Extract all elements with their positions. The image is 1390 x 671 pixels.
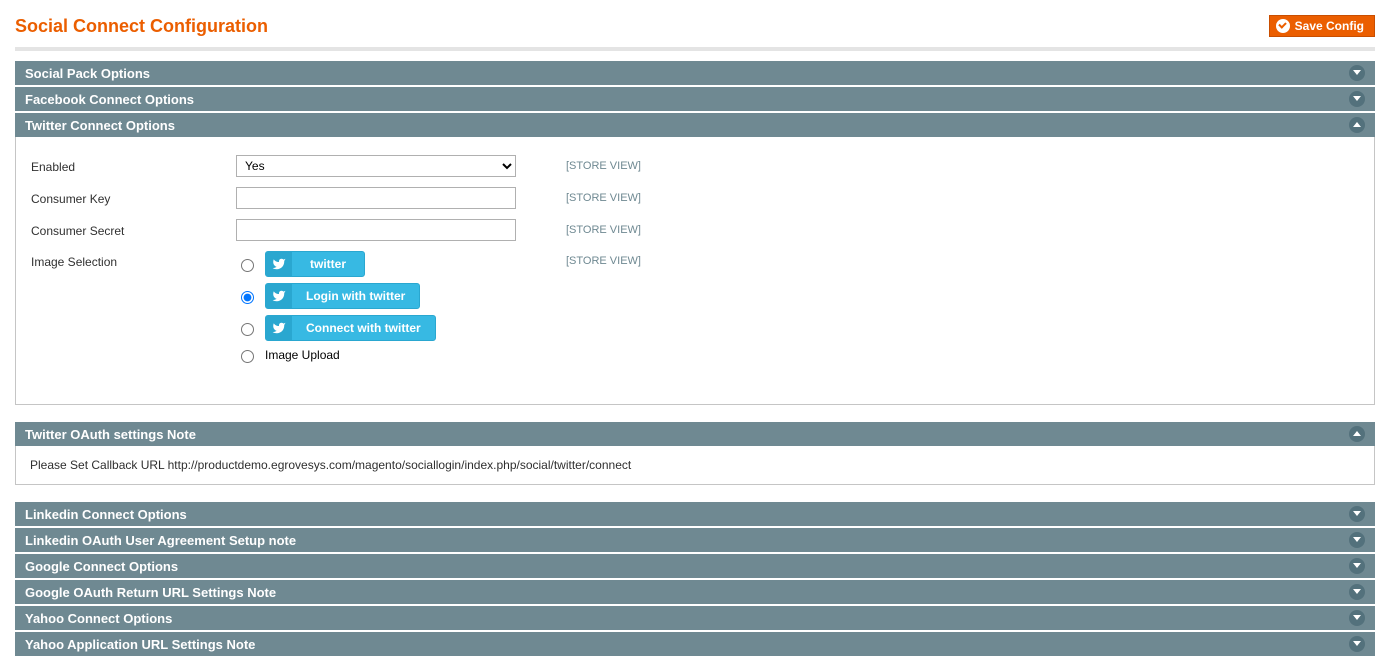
- page-title: Social Connect Configuration: [15, 16, 268, 37]
- section-linkedin-note-header[interactable]: Linkedin OAuth User Agreement Setup note: [15, 528, 1375, 552]
- twitter-button-connect-label: Connect with twitter: [292, 316, 435, 340]
- twitter-button-small: twitter: [265, 251, 365, 277]
- section-google-title: Google Connect Options: [25, 559, 178, 574]
- section-yahoo-title: Yahoo Connect Options: [25, 611, 172, 626]
- section-twitter-note-header[interactable]: Twitter OAuth settings Note: [15, 422, 1375, 446]
- section-yahoo-note-title: Yahoo Application URL Settings Note: [25, 637, 255, 652]
- twitter-button-connect: Connect with twitter: [265, 315, 436, 341]
- check-icon: [1276, 19, 1290, 33]
- section-google-header[interactable]: Google Connect Options: [15, 554, 1375, 578]
- consumer-key-label: Consumer Key: [31, 190, 236, 206]
- twitter-bird-icon: [266, 252, 292, 276]
- twitter-button-login: Login with twitter: [265, 283, 420, 309]
- section-linkedin-title: Linkedin Connect Options: [25, 507, 187, 522]
- save-config-button[interactable]: Save Config: [1269, 15, 1375, 37]
- chevron-down-icon: [1349, 558, 1365, 574]
- image-selection-scope: [STORE VIEW]: [566, 251, 641, 267]
- consumer-key-scope: [STORE VIEW]: [566, 192, 641, 204]
- chevron-up-icon: [1349, 426, 1365, 442]
- section-facebook-title: Facebook Connect Options: [25, 92, 194, 107]
- image-option-3-radio[interactable]: [241, 323, 254, 336]
- section-google-note-title: Google OAuth Return URL Settings Note: [25, 585, 276, 600]
- section-twitter-note-title: Twitter OAuth settings Note: [25, 427, 196, 442]
- section-yahoo-header[interactable]: Yahoo Connect Options: [15, 606, 1375, 630]
- image-selection-label: Image Selection: [31, 251, 236, 269]
- section-yahoo-note-header[interactable]: Yahoo Application URL Settings Note: [15, 632, 1375, 656]
- enabled-scope: [STORE VIEW]: [566, 160, 641, 172]
- twitter-button-small-label: twitter: [292, 252, 364, 276]
- section-linkedin-note-title: Linkedin OAuth User Agreement Setup note: [25, 533, 296, 548]
- chevron-up-icon: [1349, 117, 1365, 133]
- section-social-pack-header[interactable]: Social Pack Options: [15, 61, 1375, 85]
- consumer-secret-label: Consumer Secret: [31, 222, 236, 238]
- chevron-down-icon: [1349, 610, 1365, 626]
- section-linkedin-header[interactable]: Linkedin Connect Options: [15, 502, 1375, 526]
- twitter-button-login-label: Login with twitter: [292, 284, 419, 308]
- chevron-down-icon: [1349, 584, 1365, 600]
- twitter-note-text: Please Set Callback URL http://productde…: [15, 446, 1375, 485]
- enabled-select[interactable]: Yes: [236, 155, 516, 177]
- section-social-pack-title: Social Pack Options: [25, 66, 150, 81]
- section-google-note-header[interactable]: Google OAuth Return URL Settings Note: [15, 580, 1375, 604]
- image-option-1-radio[interactable]: [241, 259, 254, 272]
- chevron-down-icon: [1349, 65, 1365, 81]
- consumer-secret-scope: [STORE VIEW]: [566, 224, 641, 236]
- section-twitter-header[interactable]: Twitter Connect Options: [15, 113, 1375, 137]
- section-twitter-body: Enabled Yes [STORE VIEW] Consumer Key [S…: [15, 137, 1375, 405]
- twitter-bird-icon: [266, 284, 292, 308]
- image-option-2-radio[interactable]: [241, 291, 254, 304]
- chevron-down-icon: [1349, 506, 1365, 522]
- enabled-label: Enabled: [31, 158, 236, 174]
- consumer-key-input[interactable]: [236, 187, 516, 209]
- chevron-down-icon: [1349, 91, 1365, 107]
- image-option-4-radio[interactable]: [241, 350, 254, 363]
- chevron-down-icon: [1349, 532, 1365, 548]
- chevron-down-icon: [1349, 636, 1365, 652]
- section-twitter-title: Twitter Connect Options: [25, 118, 175, 133]
- header-divider: [15, 47, 1375, 51]
- consumer-secret-input[interactable]: [236, 219, 516, 241]
- twitter-bird-icon: [266, 316, 292, 340]
- save-config-label: Save Config: [1295, 19, 1364, 33]
- image-upload-label: Image Upload: [265, 348, 340, 362]
- section-facebook-header[interactable]: Facebook Connect Options: [15, 87, 1375, 111]
